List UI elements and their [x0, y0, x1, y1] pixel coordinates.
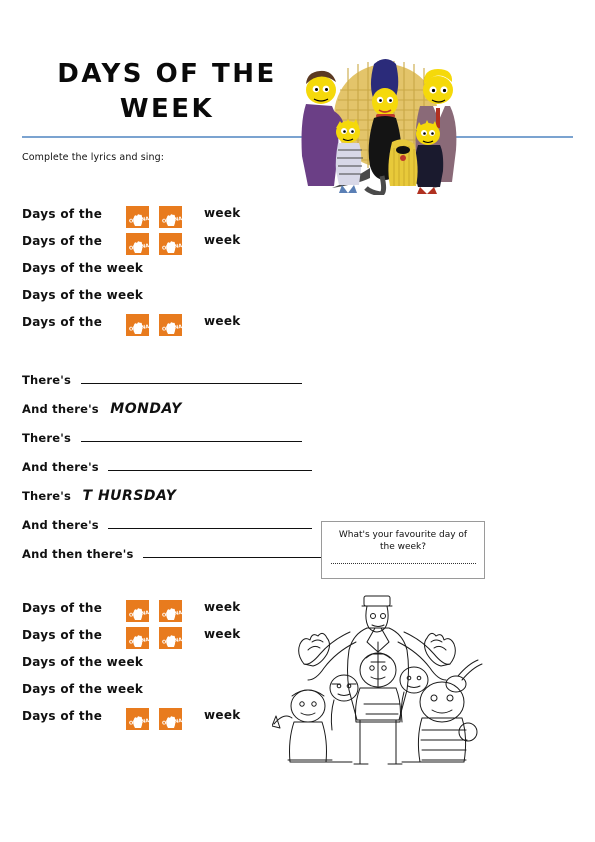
page-title: DAYS OF THE WEEK — [22, 57, 312, 127]
fill-row: There's — [22, 365, 332, 394]
fill-row: There's T HURSDAY — [22, 481, 332, 510]
oh-snap-icon: Oh SNAP! — [126, 205, 149, 228]
oh-snap-icon: Oh SNAP! — [126, 232, 149, 255]
lyric-row: Days of the Oh SNAP! Oh SNAP! week — [22, 308, 240, 336]
fill-row-label: There's — [22, 373, 72, 387]
oh-snap-icon: Oh SNAP! — [159, 313, 183, 336]
answer-blank[interactable] — [80, 372, 302, 384]
lyric-trailing-word: week — [204, 314, 241, 328]
page-title-line-2: WEEK — [119, 94, 215, 125]
lyric-text: Days of the — [22, 628, 103, 642]
fill-row-label: There's — [22, 431, 72, 445]
simpsons-addams-family-colour-illustration — [288, 50, 484, 195]
snap-icon-pair: Oh SNAP! Oh SNAP! — [126, 230, 188, 257]
lyric-text: Days of the week — [22, 288, 144, 302]
oh-snap-icon: Oh SNAP! — [126, 626, 149, 649]
lyric-row: Days of the week — [22, 281, 143, 308]
snap-icon-pair: Oh SNAP! Oh SNAP! — [126, 311, 188, 338]
lyric-row: Days of the Oh SNAP! Oh SNAP! week — [22, 594, 240, 622]
fill-row: And there's — [22, 452, 332, 481]
lyric-text: Days of the — [22, 601, 103, 615]
worksheet-page: DAYS OF THE WEEK Complete the lyrics and… — [0, 0, 595, 842]
fill-row-label: And then there's — [22, 547, 134, 561]
favourite-day-question-text: What's your favourite day of the week? — [338, 530, 468, 553]
instruction-text: Complete the lyrics and sing: — [22, 152, 165, 163]
lyric-row: Days of the Oh SNAP! Oh SNAP! week — [22, 702, 240, 730]
oh-snap-icon: Oh SNAP! — [126, 707, 149, 730]
fill-row: And then there's — [22, 539, 332, 568]
favourite-day-answer-line[interactable] — [331, 562, 476, 565]
answer-blank[interactable] — [142, 546, 332, 558]
lyric-text: Days of the week — [22, 682, 144, 696]
lyric-row: Days of the Oh SNAP! Oh SNAP! week — [22, 227, 240, 255]
oh-snap-icon: Oh SNAP! — [159, 599, 183, 622]
favourite-day-question-box: What's your favourite day of the week? — [321, 521, 485, 579]
lyric-text: Days of the week — [22, 261, 144, 275]
lyric-text: Days of the — [22, 709, 103, 723]
lyric-text: Days of the — [22, 315, 103, 329]
oh-snap-icon: Oh SNAP! — [159, 707, 183, 730]
lyric-text: Days of the week — [22, 655, 144, 669]
lyric-trailing-word: week — [204, 600, 241, 614]
fill-row: And there's MONDAY — [22, 394, 332, 423]
lyric-trailing-word: week — [204, 206, 241, 220]
lyrics-block-bottom: Days of the Oh SNAP! Oh SNAP! week Days … — [22, 594, 240, 730]
oh-snap-icon: Oh SNAP! — [126, 313, 149, 336]
oh-snap-icon: Oh SNAP! — [159, 232, 183, 255]
fill-row-label: And there's — [22, 402, 99, 416]
oh-snap-icon: Oh SNAP! — [159, 626, 183, 649]
oh-snap-icon: Oh SNAP! — [159, 205, 183, 228]
snap-icon-pair: Oh SNAP! Oh SNAP! — [126, 203, 188, 230]
fill-row-label: And there's — [22, 460, 99, 474]
lyric-text: Days of the — [22, 234, 103, 248]
oh-snap-icon: Oh SNAP! — [126, 599, 149, 622]
snap-icon-pair: Oh SNAP! Oh SNAP! — [126, 705, 188, 732]
addams-family-line-art — [272, 584, 484, 767]
fill-row: And there's — [22, 510, 332, 539]
lyric-row: Days of the week — [22, 675, 143, 702]
lyric-text: Days of the — [22, 207, 103, 221]
lyric-row: Days of the week — [22, 648, 143, 675]
fill-row-label: There's — [22, 489, 72, 503]
filled-answer-monday: MONDAY — [110, 401, 182, 417]
snap-icon-pair: Oh SNAP! Oh SNAP! — [126, 624, 188, 651]
lyric-trailing-word: week — [204, 233, 241, 247]
fill-row-label: And there's — [22, 518, 99, 532]
lyric-trailing-word: week — [204, 708, 241, 722]
answer-blank[interactable] — [108, 517, 313, 529]
lyric-row: Days of the Oh SNAP! Oh SNAP! week — [22, 621, 240, 649]
answer-blank[interactable] — [80, 430, 302, 442]
lyric-row: Days of the week — [22, 254, 143, 281]
lyric-row: Days of the Oh SNAP! Oh SNAP! week — [22, 200, 240, 228]
snap-icon-pair: Oh SNAP! Oh SNAP! — [126, 597, 188, 624]
filled-answer-thursday: T HURSDAY — [82, 488, 177, 504]
answer-blank[interactable] — [108, 459, 313, 471]
fill-row: There's — [22, 423, 332, 452]
fill-in-the-blank-block: There's And there's MONDAY There's And t… — [22, 365, 332, 568]
lyric-trailing-word: week — [204, 627, 241, 641]
lyrics-block-top: Days of the Oh SNAP! Oh SNAP! week Days … — [22, 200, 240, 336]
page-title-line-1: DAYS OF THE — [57, 59, 277, 89]
